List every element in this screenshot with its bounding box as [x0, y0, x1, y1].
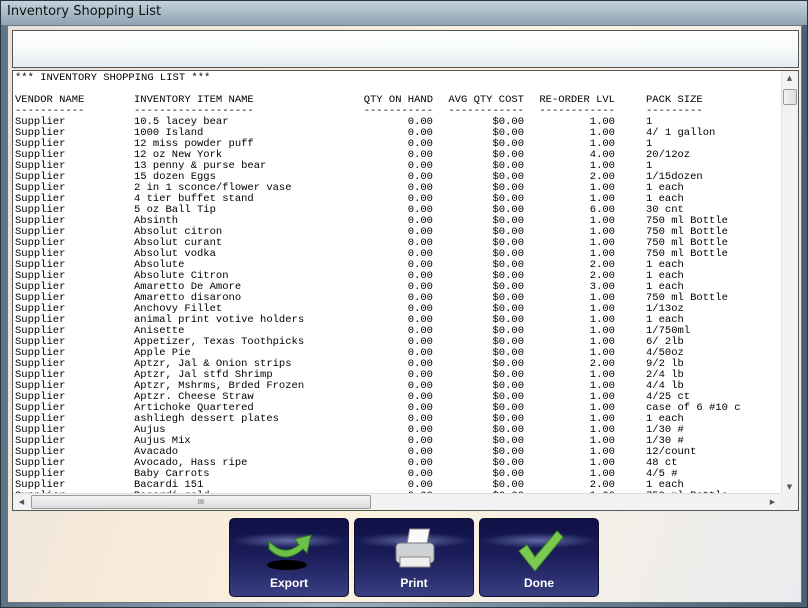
pack-size-cell: 20/12oz: [646, 149, 691, 161]
horizontal-scroll-thumb[interactable]: III: [31, 495, 371, 509]
report-text-area[interactable]: *** INVENTORY SHOPPING LIST *** VENDOR N…: [12, 70, 799, 511]
checkmark-icon: [518, 530, 564, 572]
scroll-up-icon[interactable]: ▲: [782, 74, 797, 82]
done-button[interactable]: Done: [479, 518, 599, 597]
printer-icon: [395, 528, 435, 568]
scrollbar-corner: [781, 493, 798, 510]
done-label: Done: [524, 576, 554, 590]
scroll-left-icon[interactable]: ◀: [14, 498, 29, 506]
title-bar[interactable]: Inventory Shopping List: [1, 1, 807, 25]
scroll-right-icon[interactable]: ▶: [765, 498, 780, 506]
export-arrow-icon: [267, 534, 312, 570]
pack-size-cell: 4/ 1 gallon: [646, 127, 716, 139]
window-title: Inventory Shopping List: [7, 4, 162, 19]
print-button[interactable]: Print: [354, 518, 474, 597]
window-client: *** INVENTORY SHOPPING LIST *** VENDOR N…: [7, 25, 802, 603]
print-label: Print: [400, 576, 428, 590]
report-heading: *** INVENTORY SHOPPING LIST ***: [15, 72, 211, 84]
vertical-scroll-thumb[interactable]: [783, 89, 797, 105]
vertical-scrollbar[interactable]: ▲ ▼: [781, 71, 798, 494]
header-panel: [12, 30, 799, 68]
scroll-down-icon[interactable]: ▼: [782, 483, 797, 491]
export-button[interactable]: Export: [229, 518, 349, 597]
pack-size-cell: ---------: [646, 105, 703, 117]
horizontal-scrollbar[interactable]: ◀ III ▶: [13, 493, 783, 510]
export-label: Export: [269, 576, 308, 590]
inventory-shopping-list-window: Inventory Shopping List *** INVENTORY SH…: [0, 0, 808, 608]
